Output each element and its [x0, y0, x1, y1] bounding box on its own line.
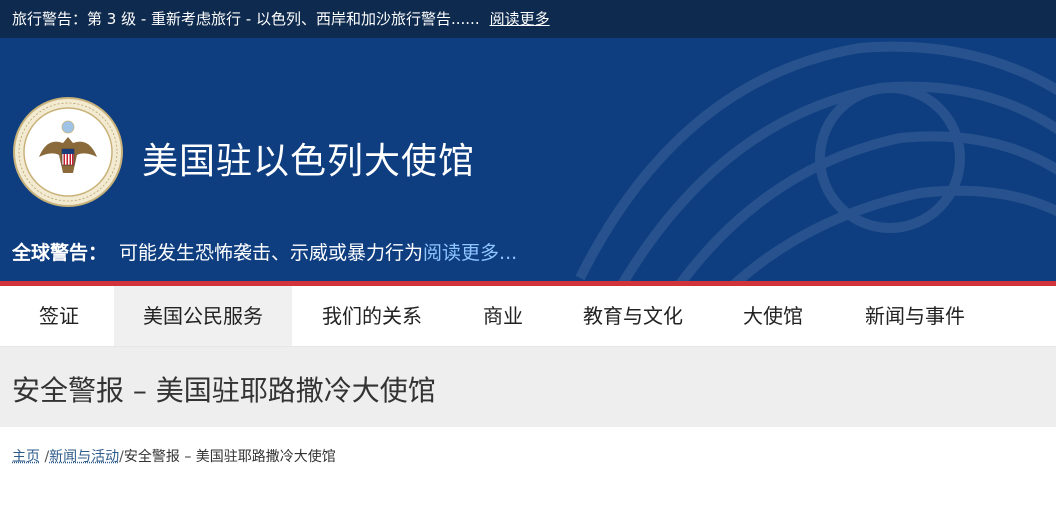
global-alert-text: 可能发生恐怖袭击、示威或暴力行为: [119, 242, 424, 264]
nav-item-news-events[interactable]: 新闻与事件: [846, 286, 984, 346]
travel-alert-text: 旅行警告：第 3 级 - 重新考虑旅行 - 以色列、西岸和加沙旅行警告.....…: [12, 10, 480, 28]
breadcrumb-current: 安全警报 – 美国驻耶路撒冷大使馆: [123, 449, 336, 465]
department-of-state-seal-icon: [13, 97, 123, 207]
site-header: 美国驻以色列大使馆 全球警告： 可能发生恐怖袭击、示威或暴力行为阅读更多...: [0, 38, 1056, 281]
breadcrumb: 主页 /新闻与活动/安全警报 – 美国驻耶路撒冷大使馆: [12, 446, 336, 466]
nav-item-business[interactable]: 商业: [456, 286, 550, 346]
travel-alert-bar: 旅行警告：第 3 级 - 重新考虑旅行 - 以色列、西岸和加沙旅行警告.....…: [0, 0, 1056, 38]
nav-item-citizen-services[interactable]: 美国公民服务: [114, 286, 292, 346]
nav-item-education-culture[interactable]: 教育与文化: [562, 286, 704, 346]
page-title-band: 安全警报 – 美国驻耶路撒冷大使馆: [0, 347, 1056, 427]
global-alert-read-more-link[interactable]: 阅读更多...: [423, 242, 517, 264]
breadcrumb-news-link[interactable]: 新闻与活动: [49, 449, 119, 465]
page-title: 安全警报 – 美国驻耶路撒冷大使馆: [12, 374, 436, 407]
travel-alert-read-more-link[interactable]: 阅读更多: [490, 10, 550, 28]
eagle-watermark-icon: [575, 41, 1056, 281]
main-nav: 签证 美国公民服务 我们的关系 商业 教育与文化 大使馆 新闻与事件: [0, 286, 1056, 347]
nav-item-our-relationship[interactable]: 我们的关系: [300, 286, 444, 346]
nav-item-visas[interactable]: 签证: [12, 286, 106, 346]
global-alert-label: 全球警告：: [12, 242, 108, 264]
nav-item-embassy[interactable]: 大使馆: [718, 286, 828, 346]
breadcrumb-home-link[interactable]: 主页: [12, 449, 40, 465]
global-alert: 全球警告： 可能发生恐怖袭击、示威或暴力行为阅读更多...: [12, 238, 517, 265]
site-title[interactable]: 美国驻以色列大使馆: [142, 132, 475, 184]
